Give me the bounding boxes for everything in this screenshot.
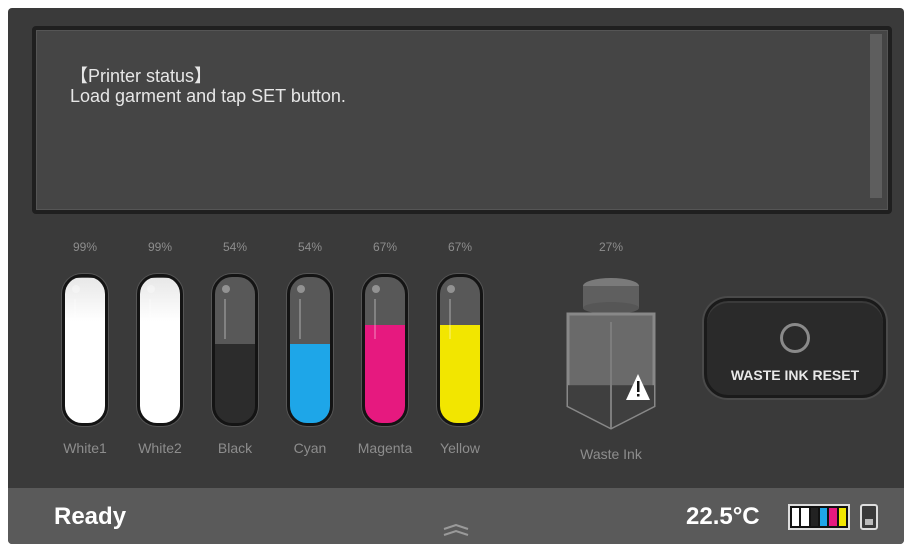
ink-stripe bbox=[819, 508, 828, 526]
ink-stripe bbox=[838, 508, 846, 526]
reset-ring-icon bbox=[780, 323, 810, 353]
ink-tube bbox=[362, 274, 408, 426]
ink-percent: 99% bbox=[147, 240, 173, 254]
ink-percent: 67% bbox=[372, 240, 398, 254]
ink-stripe bbox=[810, 508, 818, 526]
ink-label: White2 bbox=[138, 440, 182, 456]
ink-cyan: 54% Cyan bbox=[275, 240, 345, 456]
waste-ink-label: Waste Ink bbox=[580, 446, 642, 462]
ink-tube bbox=[212, 274, 258, 426]
ink-label: Magenta bbox=[357, 440, 413, 456]
ink-black: 54% Black bbox=[200, 240, 270, 456]
ink-white1: 99% White1 bbox=[50, 240, 120, 456]
ink-percent: 67% bbox=[447, 240, 473, 254]
waste-ink-reset-label: WASTE INK RESET bbox=[730, 367, 860, 383]
ink-magenta: 67% Magenta bbox=[350, 240, 420, 456]
ink-label: Black bbox=[217, 440, 253, 456]
printer-panel: 【Printer status】 Load garment and tap SE… bbox=[8, 8, 904, 544]
ink-tube bbox=[437, 274, 483, 426]
ink-label: Yellow bbox=[440, 440, 480, 456]
status-bar: Ready 22.5°C bbox=[8, 488, 904, 544]
waste-ink-tank: 27% Waste Ink bbox=[556, 240, 666, 462]
ink-fill bbox=[290, 344, 330, 423]
chevron-up-icon[interactable] bbox=[442, 524, 470, 538]
tray-icon[interactable] bbox=[860, 504, 878, 530]
ink-stripe bbox=[829, 508, 837, 526]
ink-cartridges-icon[interactable] bbox=[788, 504, 850, 530]
temperature-readout: 22.5°C bbox=[686, 503, 760, 530]
status-message: Load garment and tap SET button. bbox=[70, 86, 346, 106]
ink-percent: 54% bbox=[222, 240, 248, 254]
waste-ink-bottle-icon bbox=[566, 278, 656, 430]
ink-stripe bbox=[792, 508, 800, 526]
ink-fill bbox=[215, 344, 255, 423]
ready-status: Ready bbox=[54, 503, 127, 530]
ink-tube bbox=[287, 274, 333, 426]
status-scrollbar[interactable] bbox=[870, 34, 882, 198]
ink-tube bbox=[137, 274, 183, 426]
ink-fill bbox=[140, 278, 180, 423]
ink-label: Cyan bbox=[293, 440, 327, 456]
status-title: 【Printer status】 bbox=[70, 66, 213, 86]
ink-label: White1 bbox=[63, 440, 107, 456]
waste-ink-percent: 27% bbox=[598, 240, 624, 254]
ink-white2: 99% White2 bbox=[125, 240, 195, 456]
ink-fill bbox=[65, 278, 105, 423]
printer-status-box: 【Printer status】 Load garment and tap SE… bbox=[32, 26, 892, 214]
ink-yellow: 67% Yellow bbox=[425, 240, 495, 456]
waste-ink-reset-button[interactable]: WASTE INK RESET bbox=[704, 298, 886, 398]
ink-percent: 99% bbox=[72, 240, 98, 254]
ink-percent: 54% bbox=[297, 240, 323, 254]
ink-fill bbox=[365, 325, 405, 423]
ink-fill bbox=[440, 325, 480, 423]
ink-stripe bbox=[801, 508, 809, 526]
ink-tube bbox=[62, 274, 108, 426]
